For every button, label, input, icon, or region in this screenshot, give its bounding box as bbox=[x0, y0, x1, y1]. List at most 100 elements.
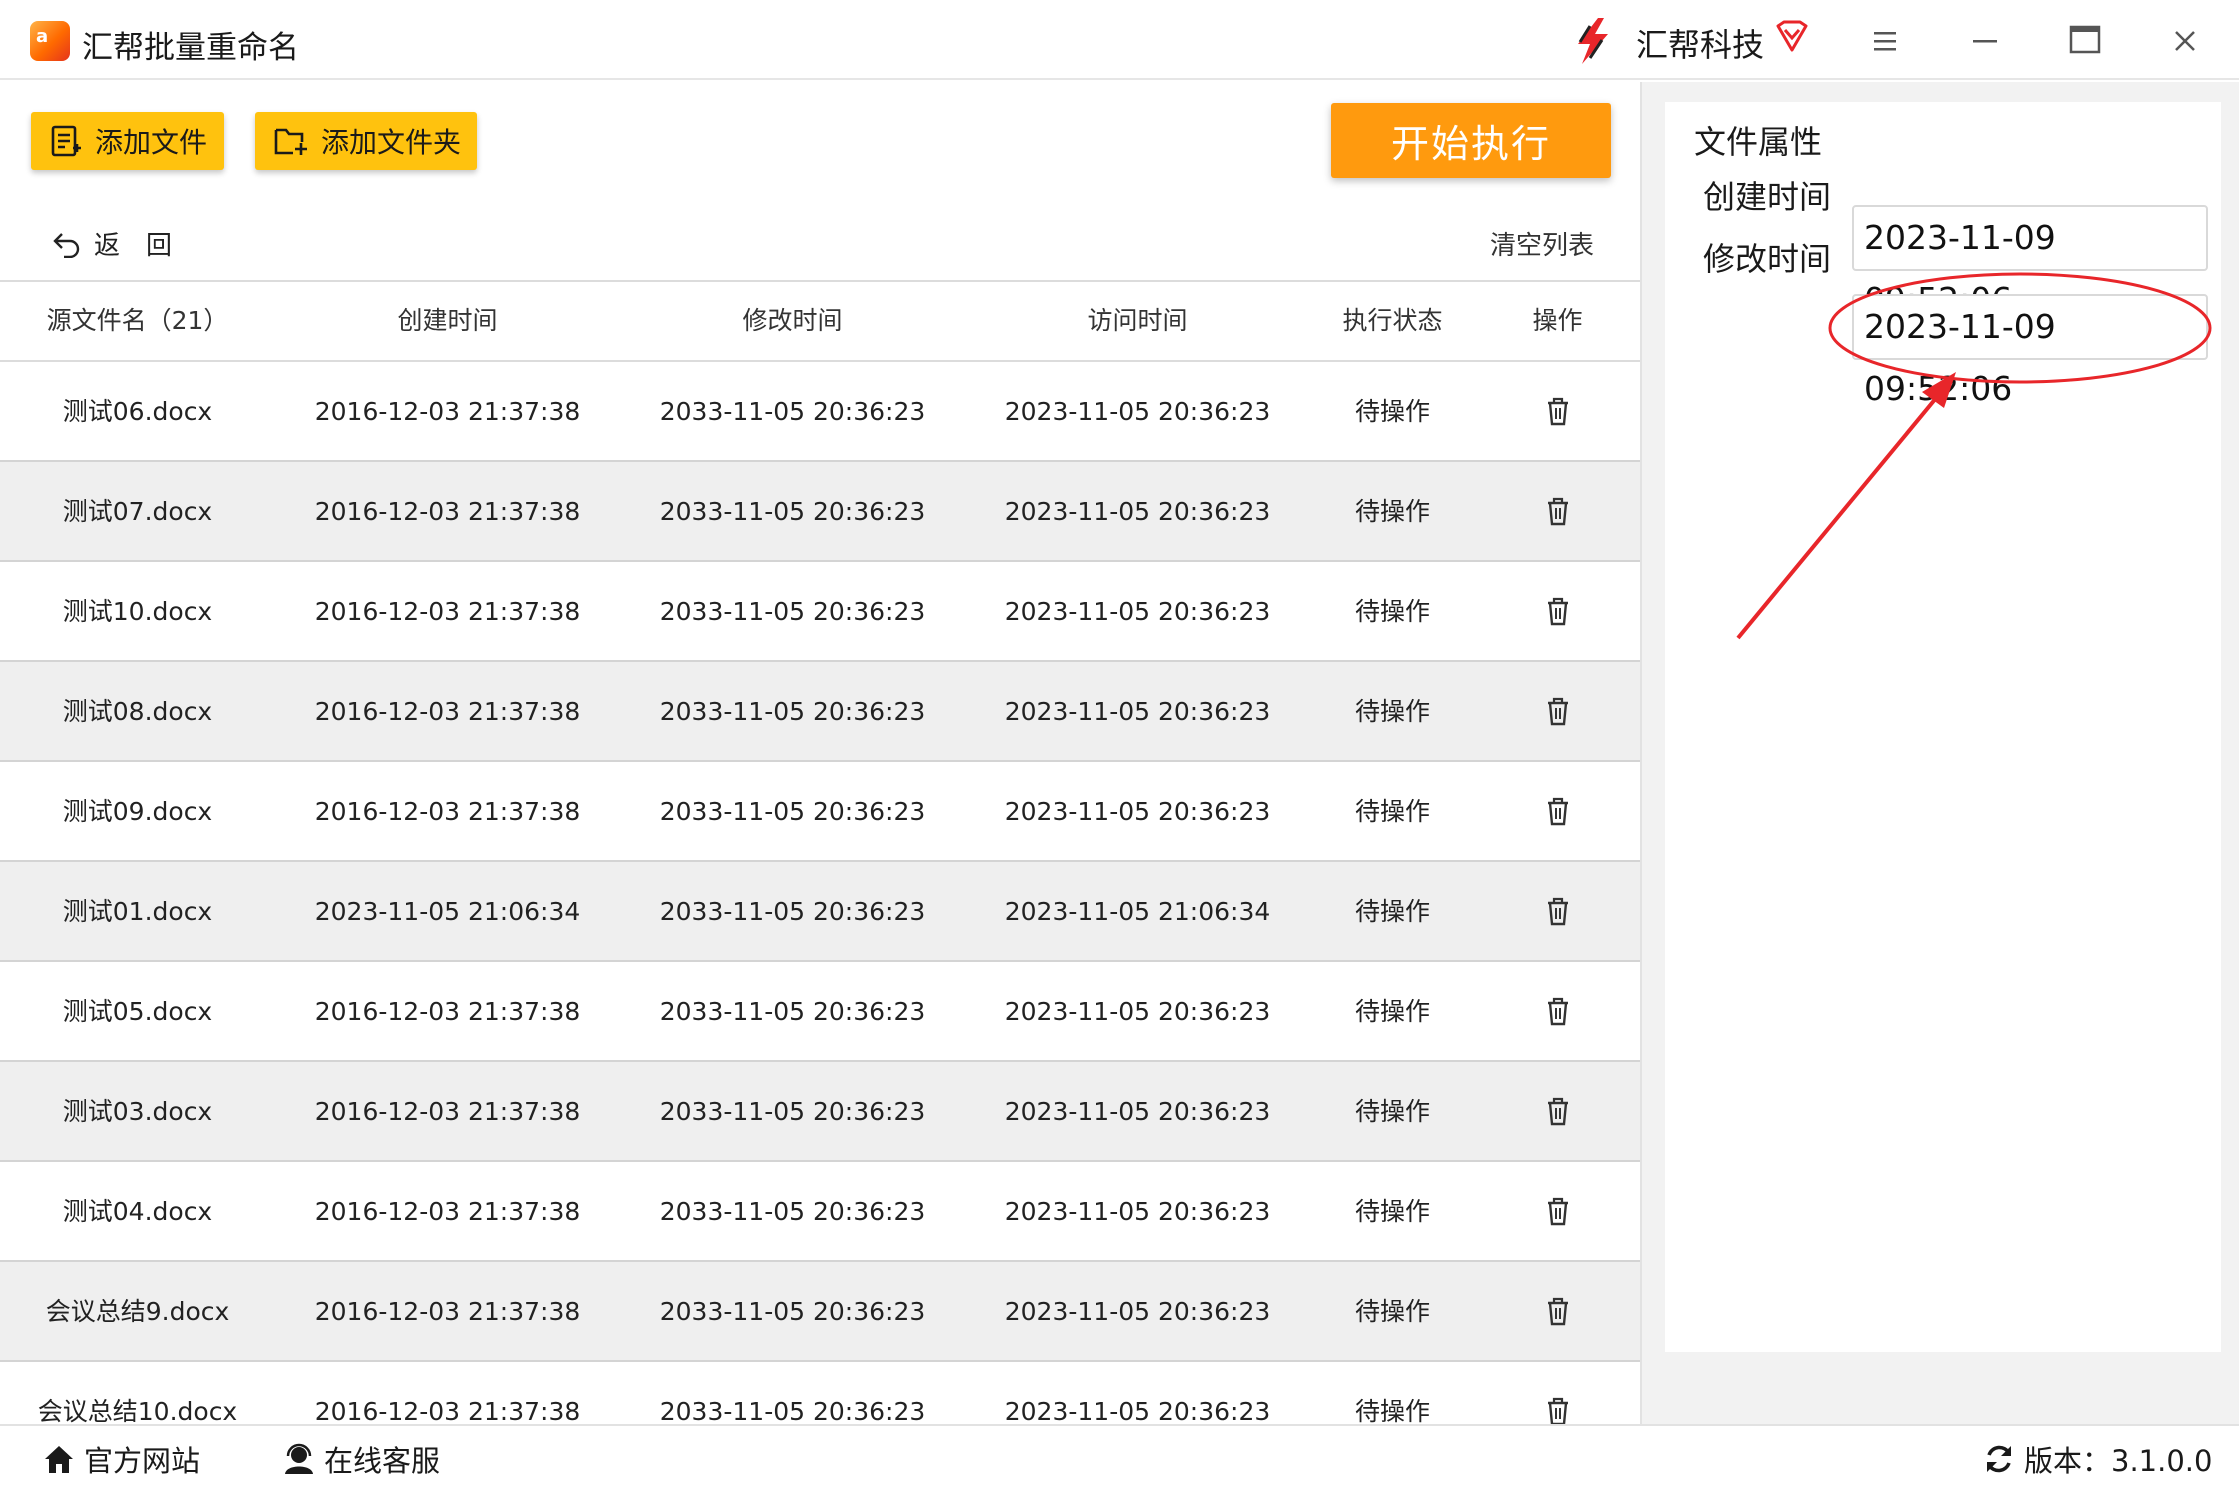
cell-status: 待操作 bbox=[1354, 1297, 1430, 1326]
cell-status: 待操作 bbox=[1354, 797, 1430, 826]
cell-status: 待操作 bbox=[1354, 997, 1430, 1026]
created-time-field[interactable]: 2023-11-09 09:52:06 bbox=[1852, 205, 2208, 319]
trash-icon bbox=[1547, 397, 1568, 426]
minimize-icon[interactable] bbox=[1960, 18, 2010, 64]
add-folder-label: 添加文件夹 bbox=[321, 126, 462, 159]
cell-ctime: 2016-12-03 21:37:38 bbox=[314, 1097, 581, 1126]
trash-icon bbox=[1547, 1197, 1568, 1226]
table-row[interactable]: 测试04.docx 2016-12-03 21:37:38 2033-11-05 2… bbox=[0, 1162, 1640, 1262]
cell-mtime: 2033-11-05 20:36:23 bbox=[659, 697, 926, 726]
header-created: 创建时间 bbox=[397, 306, 498, 335]
trash-icon bbox=[1547, 997, 1568, 1026]
cell-mtime: 2033-11-05 20:36:23 bbox=[659, 897, 926, 926]
cell-mtime: 2033-11-05 20:36:23 bbox=[659, 497, 926, 526]
menu-icon[interactable] bbox=[1860, 18, 1910, 64]
modified-time-label: 修改时间 bbox=[1703, 240, 1832, 278]
trash-icon bbox=[1547, 797, 1568, 826]
delete-button[interactable] bbox=[1475, 1062, 1640, 1162]
table-row[interactable]: 测试10.docx 2016-12-03 21:37:38 2033-11-05 2… bbox=[0, 562, 1640, 662]
trash-icon bbox=[1547, 597, 1568, 626]
trash-icon bbox=[1547, 1397, 1568, 1424]
delete-button[interactable] bbox=[1475, 862, 1640, 962]
delete-button[interactable] bbox=[1475, 462, 1640, 562]
clear-list-button[interactable]: 清空列表 bbox=[1490, 225, 1594, 262]
cell-name: 测试10.docx bbox=[62, 597, 213, 626]
trash-icon bbox=[1547, 697, 1568, 726]
add-file-icon bbox=[51, 125, 81, 157]
cell-status: 待操作 bbox=[1354, 397, 1430, 426]
cell-name: 会议总结9.docx bbox=[45, 1297, 230, 1326]
home-icon bbox=[45, 1446, 73, 1473]
add-file-label: 添加文件 bbox=[95, 126, 208, 159]
header-accessed: 访问时间 bbox=[1087, 306, 1188, 335]
header-name: 源文件名（21） bbox=[46, 306, 229, 335]
cell-mtime: 2033-11-05 20:36:23 bbox=[659, 797, 926, 826]
brand-logo-icon bbox=[1578, 18, 1608, 64]
cell-name: 测试04.docx bbox=[62, 1197, 213, 1226]
modified-time-field[interactable]: 2023-11-09 09:52:06 bbox=[1852, 294, 2208, 408]
delete-button[interactable] bbox=[1475, 1362, 1640, 1424]
cell-atime: 2023-11-05 20:36:23 bbox=[1004, 697, 1271, 726]
delete-button[interactable] bbox=[1475, 762, 1640, 862]
delete-button[interactable] bbox=[1475, 1162, 1640, 1262]
cell-status: 待操作 bbox=[1354, 1197, 1430, 1226]
table-row[interactable]: 测试07.docx 2016-12-03 21:37:38 2033-11-05 2… bbox=[0, 462, 1640, 562]
cell-name: 测试07.docx bbox=[62, 497, 213, 526]
cell-ctime: 2016-12-03 21:37:38 bbox=[314, 997, 581, 1026]
table-row[interactable]: 会议总结9.docx 2016-12-03 21:37:38 2033-11-05 … bbox=[0, 1262, 1640, 1362]
back-label: 返回 bbox=[94, 231, 199, 261]
delete-button[interactable] bbox=[1475, 362, 1640, 462]
cell-atime: 2023-11-05 20:36:23 bbox=[1004, 597, 1271, 626]
table-row[interactable]: 测试03.docx 2016-12-03 21:37:38 2033-11-05 2… bbox=[0, 1062, 1640, 1162]
add-folder-button[interactable]: 添加文件夹 bbox=[255, 112, 477, 170]
cell-name: 测试06.docx bbox=[62, 397, 213, 426]
cell-name: 测试03.docx bbox=[62, 1097, 213, 1126]
start-button[interactable]: 开始执行 bbox=[1331, 103, 1611, 178]
table-row[interactable]: 测试06.docx 2016-12-03 21:37:38 2033-11-05 2… bbox=[0, 362, 1640, 462]
cell-name: 测试05.docx bbox=[62, 997, 213, 1026]
delete-button[interactable] bbox=[1475, 662, 1640, 762]
header-status: 执行状态 bbox=[1342, 306, 1443, 335]
app-title: 汇帮批量重命名 bbox=[82, 30, 299, 66]
cell-atime: 2023-11-05 20:36:23 bbox=[1004, 1197, 1271, 1226]
add-file-button[interactable]: 添加文件 bbox=[31, 112, 224, 170]
header-modified: 修改时间 bbox=[742, 306, 843, 335]
delete-button[interactable] bbox=[1475, 962, 1640, 1062]
trash-icon bbox=[1547, 497, 1568, 526]
service-label: 在线客服 bbox=[324, 1444, 441, 1478]
trash-icon bbox=[1547, 897, 1568, 926]
table-row[interactable]: 测试01.docx 2023-11-05 21:06:34 2033-11-05 2… bbox=[0, 862, 1640, 962]
cell-atime: 2023-11-05 20:36:23 bbox=[1004, 997, 1271, 1026]
cell-name: 测试08.docx bbox=[62, 697, 213, 726]
cell-status: 待操作 bbox=[1354, 1097, 1430, 1126]
cell-ctime: 2016-12-03 21:37:38 bbox=[314, 597, 581, 626]
file-table: 源文件名（21） 创建时间 修改时间 访问时间 执行状态 操作 测试06.doc… bbox=[0, 280, 1640, 1424]
title-bar: a 汇帮批量重命名 汇帮科技 bbox=[0, 0, 2239, 80]
delete-button[interactable] bbox=[1475, 562, 1640, 662]
cell-ctime: 2023-11-05 21:06:34 bbox=[314, 897, 581, 926]
version-info[interactable]: 版本：3.1.0.0 bbox=[1982, 1438, 2212, 1480]
table-row[interactable]: 测试05.docx 2016-12-03 21:37:38 2033-11-05 2… bbox=[0, 962, 1640, 1062]
table-row[interactable]: 测试09.docx 2016-12-03 21:37:38 2033-11-05 2… bbox=[0, 762, 1640, 862]
cell-atime: 2023-11-05 20:36:23 bbox=[1004, 497, 1271, 526]
table-row[interactable]: 会议总结10.docx 2016-12-03 21:37:38 2033-11-05… bbox=[0, 1362, 1640, 1424]
cell-ctime: 2016-12-03 21:37:38 bbox=[314, 397, 581, 426]
cell-status: 待操作 bbox=[1354, 497, 1430, 526]
cell-atime: 2023-11-05 20:36:23 bbox=[1004, 797, 1271, 826]
close-icon[interactable] bbox=[2160, 18, 2210, 64]
delete-button[interactable] bbox=[1475, 1262, 1640, 1362]
table-row[interactable]: 测试08.docx 2016-12-03 21:37:38 2033-11-05 2… bbox=[0, 662, 1640, 762]
cell-status: 待操作 bbox=[1354, 1397, 1430, 1424]
cell-ctime: 2016-12-03 21:37:38 bbox=[314, 1397, 581, 1424]
cell-ctime: 2016-12-03 21:37:38 bbox=[314, 1297, 581, 1326]
vip-diamond-icon[interactable] bbox=[1774, 18, 1810, 54]
created-time-label: 创建时间 bbox=[1703, 178, 1832, 216]
maximize-icon[interactable] bbox=[2060, 18, 2110, 64]
app-logo: a bbox=[30, 21, 70, 61]
cell-name: 测试01.docx bbox=[62, 897, 213, 926]
online-service-link[interactable]: 在线客服 bbox=[282, 1438, 440, 1480]
version-label: 版本：3.1.0.0 bbox=[2024, 1444, 2213, 1478]
official-website-link[interactable]: 官方网站 bbox=[42, 1438, 200, 1480]
back-button[interactable]: 返回 bbox=[52, 225, 198, 262]
website-label: 官方网站 bbox=[84, 1444, 201, 1478]
